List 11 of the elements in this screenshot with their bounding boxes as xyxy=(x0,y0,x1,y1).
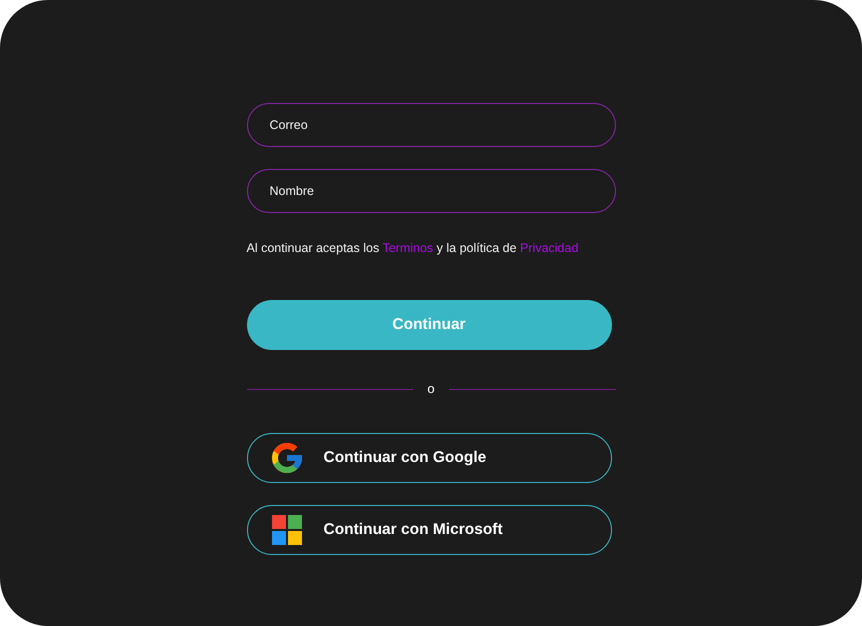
continue-button[interactable]: Continuar xyxy=(246,300,612,350)
text-field[interactable]: Nombre xyxy=(246,169,616,213)
g-letter-icon xyxy=(272,443,302,473)
sign-in-button[interactable]: Continuar con Google xyxy=(246,433,612,483)
text-link[interactable]: Privacidad xyxy=(520,241,578,255)
four-squares-icon xyxy=(272,515,302,545)
terms-text: Al continuar aceptas los Terminos y la política de Privacidad xyxy=(246,240,580,256)
text-field[interactable]: Correo xyxy=(246,103,616,147)
or-text: o xyxy=(426,381,436,397)
text-link[interactable]: Terminos xyxy=(382,241,434,255)
sign-in-button[interactable]: Continuar con Microsoft xyxy=(246,505,612,555)
